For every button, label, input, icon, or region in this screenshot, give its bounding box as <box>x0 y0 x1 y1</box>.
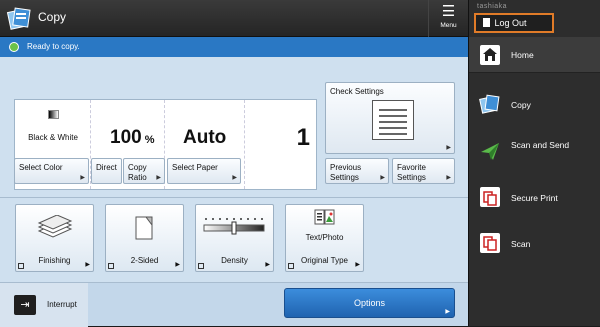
settings-indicator-icon <box>108 263 114 269</box>
settings-indicator-icon <box>18 263 24 269</box>
options-label: Options <box>353 298 386 308</box>
scan-icon <box>480 233 500 253</box>
direct-label: Direct <box>96 163 117 172</box>
sidebar-item-secure-print[interactable]: Secure Print <box>469 176 600 220</box>
finishing-button[interactable]: Finishing ▶ <box>15 204 94 272</box>
paper-value: Auto <box>183 127 227 148</box>
corner-arrow-icon: ▶ <box>446 145 451 151</box>
sidebar-item-label: Scan <box>511 239 531 249</box>
sidebar-item-label: Copy <box>511 100 531 110</box>
interrupt-label: Interrupt <box>47 300 77 309</box>
bottom-bar: ⇥ Interrupt Options ▶ <box>0 282 468 327</box>
sidebar-item-label: Home <box>511 50 534 60</box>
two-sided-button[interactable]: 2-Sided ▶ <box>105 204 184 272</box>
favorite-line1: Favorite <box>397 163 426 172</box>
ratio-value: 100% <box>110 127 154 149</box>
logout-label: Log Out <box>494 18 527 28</box>
copies-value: 1 <box>296 124 310 151</box>
original-type-label: Original Type <box>301 256 348 265</box>
corner-arrow-icon: ▶ <box>232 175 237 181</box>
previous-settings-label: Previous Settings <box>330 163 361 183</box>
menu-button[interactable]: ☰ Menu <box>428 0 468 37</box>
two-sided-icon <box>135 216 152 240</box>
density-button[interactable]: Density ▶ <box>195 204 274 272</box>
logout-button[interactable]: Log Out <box>474 13 554 33</box>
page-title: Copy <box>38 10 67 24</box>
sidebar-item-label: Secure Print <box>511 193 558 203</box>
hamburger-icon: ☰ <box>441 3 456 20</box>
select-paper-button[interactable]: Select Paper ▶ <box>167 158 241 184</box>
density-label: Density <box>221 256 248 265</box>
check-settings-button[interactable]: Check Settings ▶ <box>325 82 455 154</box>
scan-send-icon <box>481 143 499 160</box>
status-text: Ready to copy. <box>27 42 80 51</box>
options-button[interactable]: Options ▶ <box>284 288 455 318</box>
settings-indicator-icon <box>198 263 204 269</box>
ratio-unit: % <box>144 134 155 146</box>
copies-cell: 1 <box>245 100 318 189</box>
sidebar-item-scan[interactable]: Scan <box>469 222 600 266</box>
sidebar-item-label: Scan and Send <box>511 140 570 150</box>
sidebar: tashiaka Log Out Home Copy Scan and Send… <box>468 0 600 326</box>
sidebar-item-copy[interactable]: Copy <box>469 83 600 127</box>
copy-app-icon <box>6 7 31 30</box>
original-type-value: Text/Photo <box>305 233 344 242</box>
main-panel: Ready to copy. Black & White 100% Auto 1… <box>0 37 468 327</box>
favorite-settings-label: Favorite Settings <box>397 163 426 183</box>
copy-ratio-button[interactable]: Copy Ratio ▶ <box>123 158 165 184</box>
text-photo-icon <box>314 209 334 225</box>
sidebar-item-scan-and-send[interactable]: Scan and Send <box>469 130 600 174</box>
two-sided-label: 2-Sided <box>130 256 159 265</box>
status-bar: Ready to copy. <box>0 37 468 57</box>
secure-print-icon <box>480 187 500 207</box>
copy-screen: Copy ☰ Menu Ready to copy. Black & White… <box>0 0 600 327</box>
menu-label: Menu <box>440 22 457 29</box>
select-color-label: Select Color <box>19 163 63 172</box>
finishing-label: Finishing <box>38 256 71 265</box>
original-type-button[interactable]: Text/Photo Original Type ▶ <box>285 204 364 272</box>
settings-indicator-icon <box>288 263 294 269</box>
select-color-button[interactable]: Select Color ▶ <box>14 158 89 184</box>
previous-line2: Settings <box>330 173 359 182</box>
divider <box>0 197 468 198</box>
interrupt-button[interactable]: ⇥ Interrupt <box>0 283 88 327</box>
favorite-line2: Settings <box>397 173 426 182</box>
corner-arrow-icon: ▶ <box>80 175 85 181</box>
previous-line1: Previous <box>330 163 362 172</box>
stapled-stack-icon <box>37 215 72 238</box>
density-slider-icon <box>203 218 264 235</box>
corner-arrow-icon: ▶ <box>446 175 451 181</box>
corner-arrow-icon: ▶ <box>85 262 90 268</box>
sidebar-item-home[interactable]: Home <box>469 37 600 73</box>
corner-arrow-icon: ▶ <box>380 175 385 181</box>
copy-ratio-label: Copy Ratio <box>128 163 147 183</box>
home-icon <box>480 45 500 65</box>
corner-arrow-icon: ▶ <box>175 262 180 268</box>
corner-arrow-icon: ▶ <box>355 262 360 268</box>
copy-ratio-line1: Copy <box>128 163 147 172</box>
copy-icon <box>479 94 500 114</box>
black-white-icon <box>48 110 59 119</box>
header-bar: Copy ☰ Menu <box>0 0 468 37</box>
check-settings-label: Check Settings <box>330 87 384 96</box>
status-ok-icon <box>9 42 19 52</box>
document-icon <box>372 100 414 140</box>
color-mode-value: Black & White <box>28 133 78 142</box>
favorite-settings-button[interactable]: Favorite Settings ▶ <box>392 158 455 184</box>
corner-arrow-icon: ▶ <box>156 175 161 181</box>
ratio-number: 100 <box>110 127 142 148</box>
previous-settings-button[interactable]: Previous Settings ▶ <box>325 158 389 184</box>
user-name: tashiaka <box>477 3 508 10</box>
direct-button[interactable]: Direct <box>91 158 122 184</box>
interrupt-icon: ⇥ <box>14 295 36 315</box>
corner-arrow-icon: ▶ <box>265 262 270 268</box>
corner-arrow-icon: ▶ <box>445 309 450 315</box>
copy-ratio-line2: Ratio <box>128 173 147 182</box>
logout-door-icon <box>483 18 490 27</box>
select-paper-label: Select Paper <box>172 163 218 172</box>
